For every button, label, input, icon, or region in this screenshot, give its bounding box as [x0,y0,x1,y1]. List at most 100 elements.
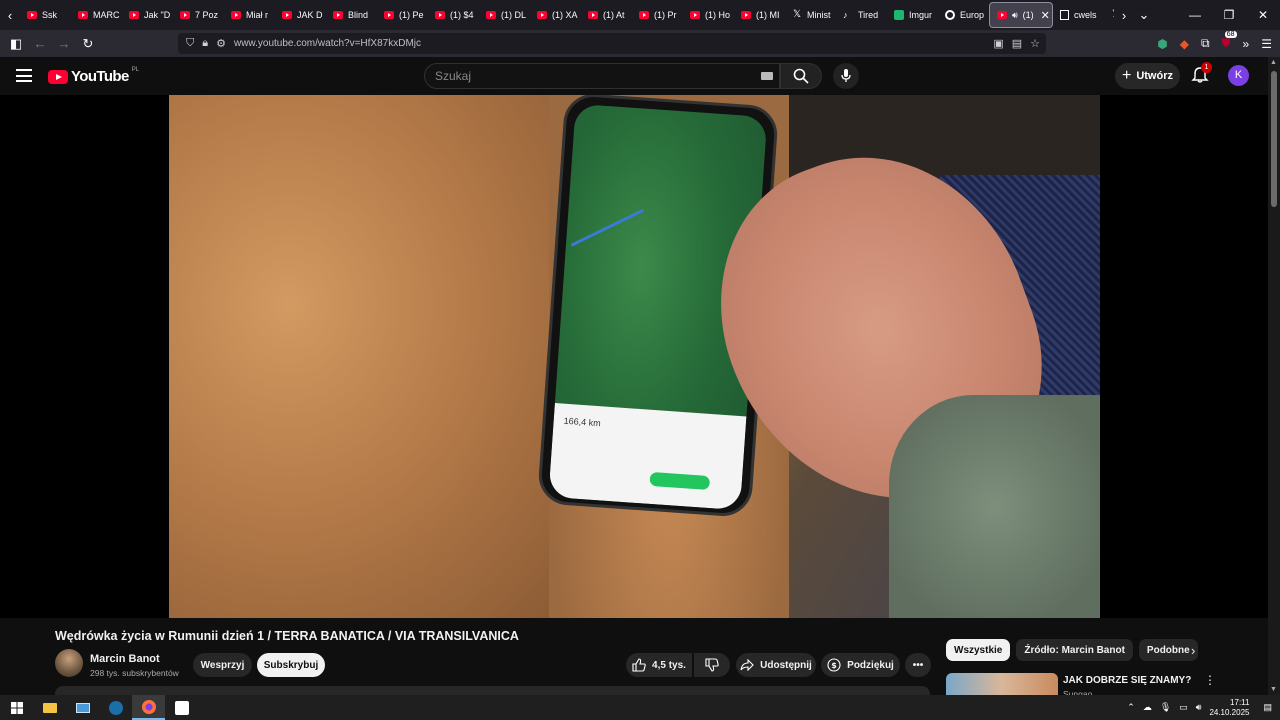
thumbs-down-icon [705,658,719,672]
recommendation-title[interactable]: JAK DOBRZE SIĘ ZNAMY? [1063,675,1191,686]
clock[interactable]: 17:11 24.10.2025 [1209,698,1249,718]
lock-icon[interactable]: 🔒︎ [202,37,208,50]
scroll-down-icon[interactable]: ▼ [1270,686,1277,693]
browser-tab[interactable]: cwels [1053,2,1104,28]
firefox-icon[interactable] [132,695,165,720]
onedrive-icon[interactable]: ☁ [1143,702,1152,713]
tab-list-button[interactable]: ⌄ [1134,0,1154,30]
network-icon[interactable]: ▭ [1179,702,1188,713]
tab-scroll-left-button[interactable]: ‹ [0,0,20,30]
browser-tab[interactable]: (1) Pr [632,2,683,28]
permissions-icon[interactable]: ⚙ [216,37,226,50]
youtube-header: YouTube PL Szukaj + Utwórz 1 K [0,57,1268,95]
steam-icon[interactable] [99,695,132,720]
reader-view-icon[interactable]: ▤ [1012,37,1022,50]
create-button[interactable]: + Utwórz [1115,63,1180,89]
recommendation-menu-icon[interactable]: ⋮ [1204,673,1216,687]
account-avatar[interactable]: K [1228,65,1249,86]
browser-tab[interactable]: ♪ Tired [836,2,887,28]
browser-tab[interactable]: (1) Ho [683,2,734,28]
logo-text: YouTube [71,68,129,85]
start-button[interactable] [0,695,33,720]
tab-title: Jak "D [144,10,171,20]
browser-tab[interactable]: Miał r [224,2,275,28]
browser-tab[interactable]: Europ [938,2,989,28]
filter-chip[interactable]: Źródło: Marcin Banot [1016,639,1133,661]
search-button[interactable] [780,63,822,89]
back-button[interactable]: ← [28,36,52,51]
channel-avatar[interactable] [55,649,83,677]
youtube-logo[interactable]: YouTube PL [48,67,139,85]
notifications-tray-icon[interactable]: ▤ [1263,702,1272,713]
thanks-button[interactable]: $ Podziękuj [821,653,900,677]
notion-icon[interactable] [165,695,198,720]
address-bar[interactable]: ⛉ 🔒︎ ⚙ www.youtube.com/watch?v=HfX87kxDM… [178,33,1046,54]
video-player[interactable]: 166,4 km [0,95,1268,689]
page-scrollbar[interactable]: ▲ ▼ [1268,57,1280,695]
remote-desktop-icon[interactable] [66,695,99,720]
filter-chip[interactable]: Podobne [1138,639,1198,661]
search-input[interactable]: Szukaj [424,63,780,89]
sidebar-toggle-icon[interactable]: ◧ [4,36,28,52]
tray-chevron-icon[interactable]: ⌃ [1127,702,1135,713]
plus-icon: + [1121,67,1132,84]
minimize-button[interactable]: — [1178,8,1212,22]
filter-chip[interactable]: Wszystkie [946,639,1011,661]
browser-tab[interactable]: MARC [71,2,122,28]
browser-tab[interactable]: (1) $4 [428,2,479,28]
channel-name[interactable]: Marcin Banot [90,653,160,665]
browser-tab[interactable]: Jak "D [122,2,173,28]
microphone-tray-icon[interactable]: 🎙︎ [1160,702,1171,713]
shield-icon[interactable]: ⛉ [186,37,194,50]
scroll-up-icon[interactable]: ▲ [1270,59,1277,66]
overflow-menu-icon[interactable]: » [1243,37,1250,51]
browser-tab[interactable]: 🔊︎ (1) ✕ [989,2,1053,28]
browser-tab[interactable]: JAK D [275,2,326,28]
bookmark-star-icon[interactable]: ☆ [1030,37,1040,50]
forward-button[interactable]: → [52,36,76,51]
browser-tab[interactable]: 𝕏 Minist [785,2,836,28]
volume-icon[interactable]: 🔊︎ [1196,702,1202,713]
close-tab-icon[interactable]: ✕ [1041,9,1050,22]
file-explorer-icon[interactable] [33,695,66,720]
tab-title: MARC [93,10,120,20]
more-actions-button[interactable]: ••• [905,653,931,677]
scrollbar-thumb[interactable] [1271,71,1277,207]
browser-tab[interactable]: (1) DL [479,2,530,28]
browser-tab[interactable]: 𝕏Krzysz [1104,2,1114,28]
restore-button[interactable]: ❐ [1212,8,1246,22]
close-window-button[interactable]: ✕ [1246,8,1280,22]
browser-tab[interactable]: (1) MI [734,2,785,28]
window-controls: — ❐ ✕ [1178,0,1280,30]
notifications-button[interactable]: 1 [1191,62,1212,84]
chips-next-icon[interactable]: › [1191,643,1195,658]
guide-menu-icon[interactable] [16,69,32,82]
keyboard-icon[interactable] [761,72,773,80]
extensions-icon[interactable]: ⧉ [1201,36,1210,51]
vpn-extension-icon[interactable]: ⬢ [1157,37,1167,51]
reload-button[interactable]: ↻ [76,36,100,52]
video-frame[interactable]: 166,4 km [169,95,1100,618]
ublock-extension-icon[interactable]: ⛊ 68 [1222,31,1237,51]
browser-tab[interactable]: Imgur [887,2,938,28]
browser-tab[interactable]: (1) At [581,2,632,28]
subscribe-button[interactable]: Subskrybuj [257,653,325,677]
tab-scroll-right-button[interactable]: › [1114,0,1134,30]
audio-playing-icon[interactable]: 🔊︎ [1012,10,1018,21]
browser-tab[interactable]: Ssk [20,2,71,28]
url-text[interactable]: www.youtube.com/watch?v=HfX87kxDMjc [234,38,421,49]
like-button[interactable]: 4,5 tys. [626,653,692,677]
browser-tab[interactable]: Blind [326,2,377,28]
browser-tab[interactable]: (1) XA [530,2,581,28]
browser-tab[interactable]: (1) Pe [377,2,428,28]
browser-tab[interactable]: 7 Poz [173,2,224,28]
support-button[interactable]: Wesprzyj [193,653,252,677]
share-button[interactable]: Udostępnij [736,653,816,677]
picture-in-picture-icon[interactable]: ▣ [993,37,1003,50]
fox-extension-icon[interactable]: ◆ [1180,37,1189,51]
dislike-button[interactable] [694,653,730,677]
app-menu-icon[interactable]: ☰ [1261,37,1272,51]
svg-text:$: $ [831,661,837,670]
subscriber-count: 298 tys. subskrybentów [90,668,179,678]
voice-search-button[interactable] [833,63,859,89]
